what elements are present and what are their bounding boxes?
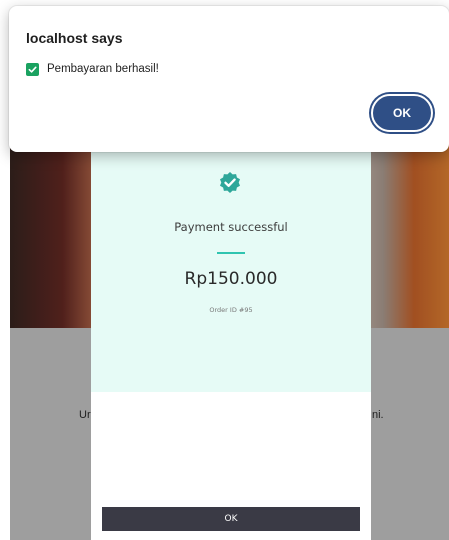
- payment-modal: Payment successful Rp150.000 Order ID #9…: [91, 140, 371, 540]
- alert-message: Pembayaran berhasil!: [47, 63, 159, 75]
- browser-alert-dialog: localhost says Pembayaran berhasil! OK: [9, 6, 449, 152]
- order-id: Order ID #95: [209, 306, 253, 314]
- check-square-icon: [26, 62, 39, 76]
- verified-check-icon: [220, 172, 240, 193]
- payment-status-text: Payment successful: [174, 220, 288, 234]
- accent-divider: [217, 252, 245, 254]
- alert-message-row: Pembayaran berhasil!: [26, 61, 159, 77]
- background-text-left: Ur: [79, 409, 91, 421]
- alert-title: localhost says: [26, 30, 123, 46]
- modal-ok-button[interactable]: OK: [102, 507, 360, 531]
- payment-success-panel: Payment successful Rp150.000 Order ID #9…: [91, 140, 371, 392]
- background-text-right: ni.: [372, 409, 384, 421]
- payment-amount: Rp150.000: [184, 269, 278, 289]
- alert-ok-button[interactable]: OK: [371, 94, 433, 132]
